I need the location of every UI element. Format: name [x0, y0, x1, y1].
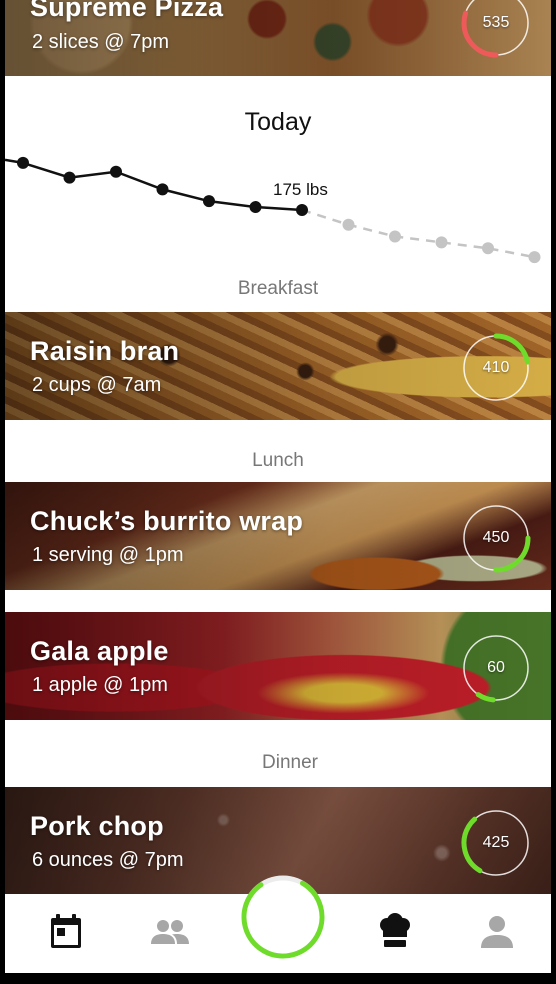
calorie-value: 410	[482, 359, 510, 376]
calorie-ring: 410	[461, 333, 531, 403]
food-entry-card[interactable]: Chuck’s burrito wrap 1 serving @ 1pm 450	[5, 482, 551, 590]
weight-point	[17, 156, 29, 169]
daily-progress-ring	[241, 875, 325, 959]
food-detail: 2 slices @ 7pm	[32, 31, 170, 53]
calorie-value: 60	[487, 659, 505, 676]
profile-icon	[481, 916, 513, 948]
current-weight-label: 175 lbs	[273, 180, 328, 199]
today-title: Today	[244, 108, 312, 136]
section-label-breakfast: Breakfast	[237, 278, 319, 299]
weight-point	[110, 165, 122, 178]
tab-profile[interactable]	[475, 910, 519, 954]
projected-weight-point	[389, 230, 401, 243]
calorie-ring: 425	[461, 808, 531, 878]
weight-point	[63, 171, 76, 184]
food-name: Raisin bran	[30, 336, 180, 366]
food-name: Chuck’s burrito wrap	[30, 506, 304, 536]
calorie-value: 450	[482, 529, 510, 546]
projected-weight-point	[482, 242, 494, 255]
food-entry-card[interactable]: Supreme Pizza 2 slices @ 7pm 535	[5, 0, 551, 76]
food-detail: 1 serving @ 1pm	[32, 544, 184, 566]
projected-weight-line	[301, 208, 535, 259]
food-entry-card[interactable]: Raisin bran 2 cups @ 7am 410	[5, 312, 551, 420]
calorie-value: 535	[482, 14, 510, 31]
food-name: Pork chop	[30, 811, 164, 841]
weight-point	[249, 201, 262, 214]
food-detail: 1 apple @ 1pm	[32, 674, 168, 696]
tab-friends[interactable]	[148, 910, 192, 954]
calendar-icon	[51, 914, 81, 948]
chef-hat-icon	[380, 913, 410, 947]
food-name: Gala apple	[30, 636, 169, 666]
tab-calendar[interactable]	[45, 910, 89, 954]
food-name: Supreme Pizza	[30, 0, 224, 22]
food-detail: 6 ounces @ 7pm	[32, 849, 184, 871]
calorie-ring: 535	[461, 0, 531, 58]
people-icon	[151, 920, 189, 944]
section-label-dinner: Dinner	[262, 752, 318, 773]
food-detail: 2 cups @ 7am	[32, 374, 162, 396]
weight-point	[203, 195, 215, 208]
daily-progress-button[interactable]	[240, 874, 326, 960]
tab-recipes[interactable]	[373, 910, 417, 954]
projected-weight-point	[435, 236, 448, 249]
weight-point	[296, 204, 308, 216]
projected-weight-point	[342, 218, 355, 231]
app-screen: Supreme Pizza 2 slices @ 7pm 535 Today 1…	[5, 0, 551, 973]
bottom-tab-bar	[5, 875, 551, 973]
section-label-lunch: Lunch	[252, 450, 304, 471]
weight-trend-chart	[5, 156, 541, 264]
calorie-value: 425	[482, 834, 510, 851]
calorie-ring: 60	[461, 633, 531, 703]
weight-point	[156, 183, 169, 196]
calorie-ring: 450	[461, 503, 531, 573]
projected-weight-point	[528, 251, 541, 264]
food-entry-card[interactable]: Gala apple 1 apple @ 1pm 60	[5, 612, 551, 720]
